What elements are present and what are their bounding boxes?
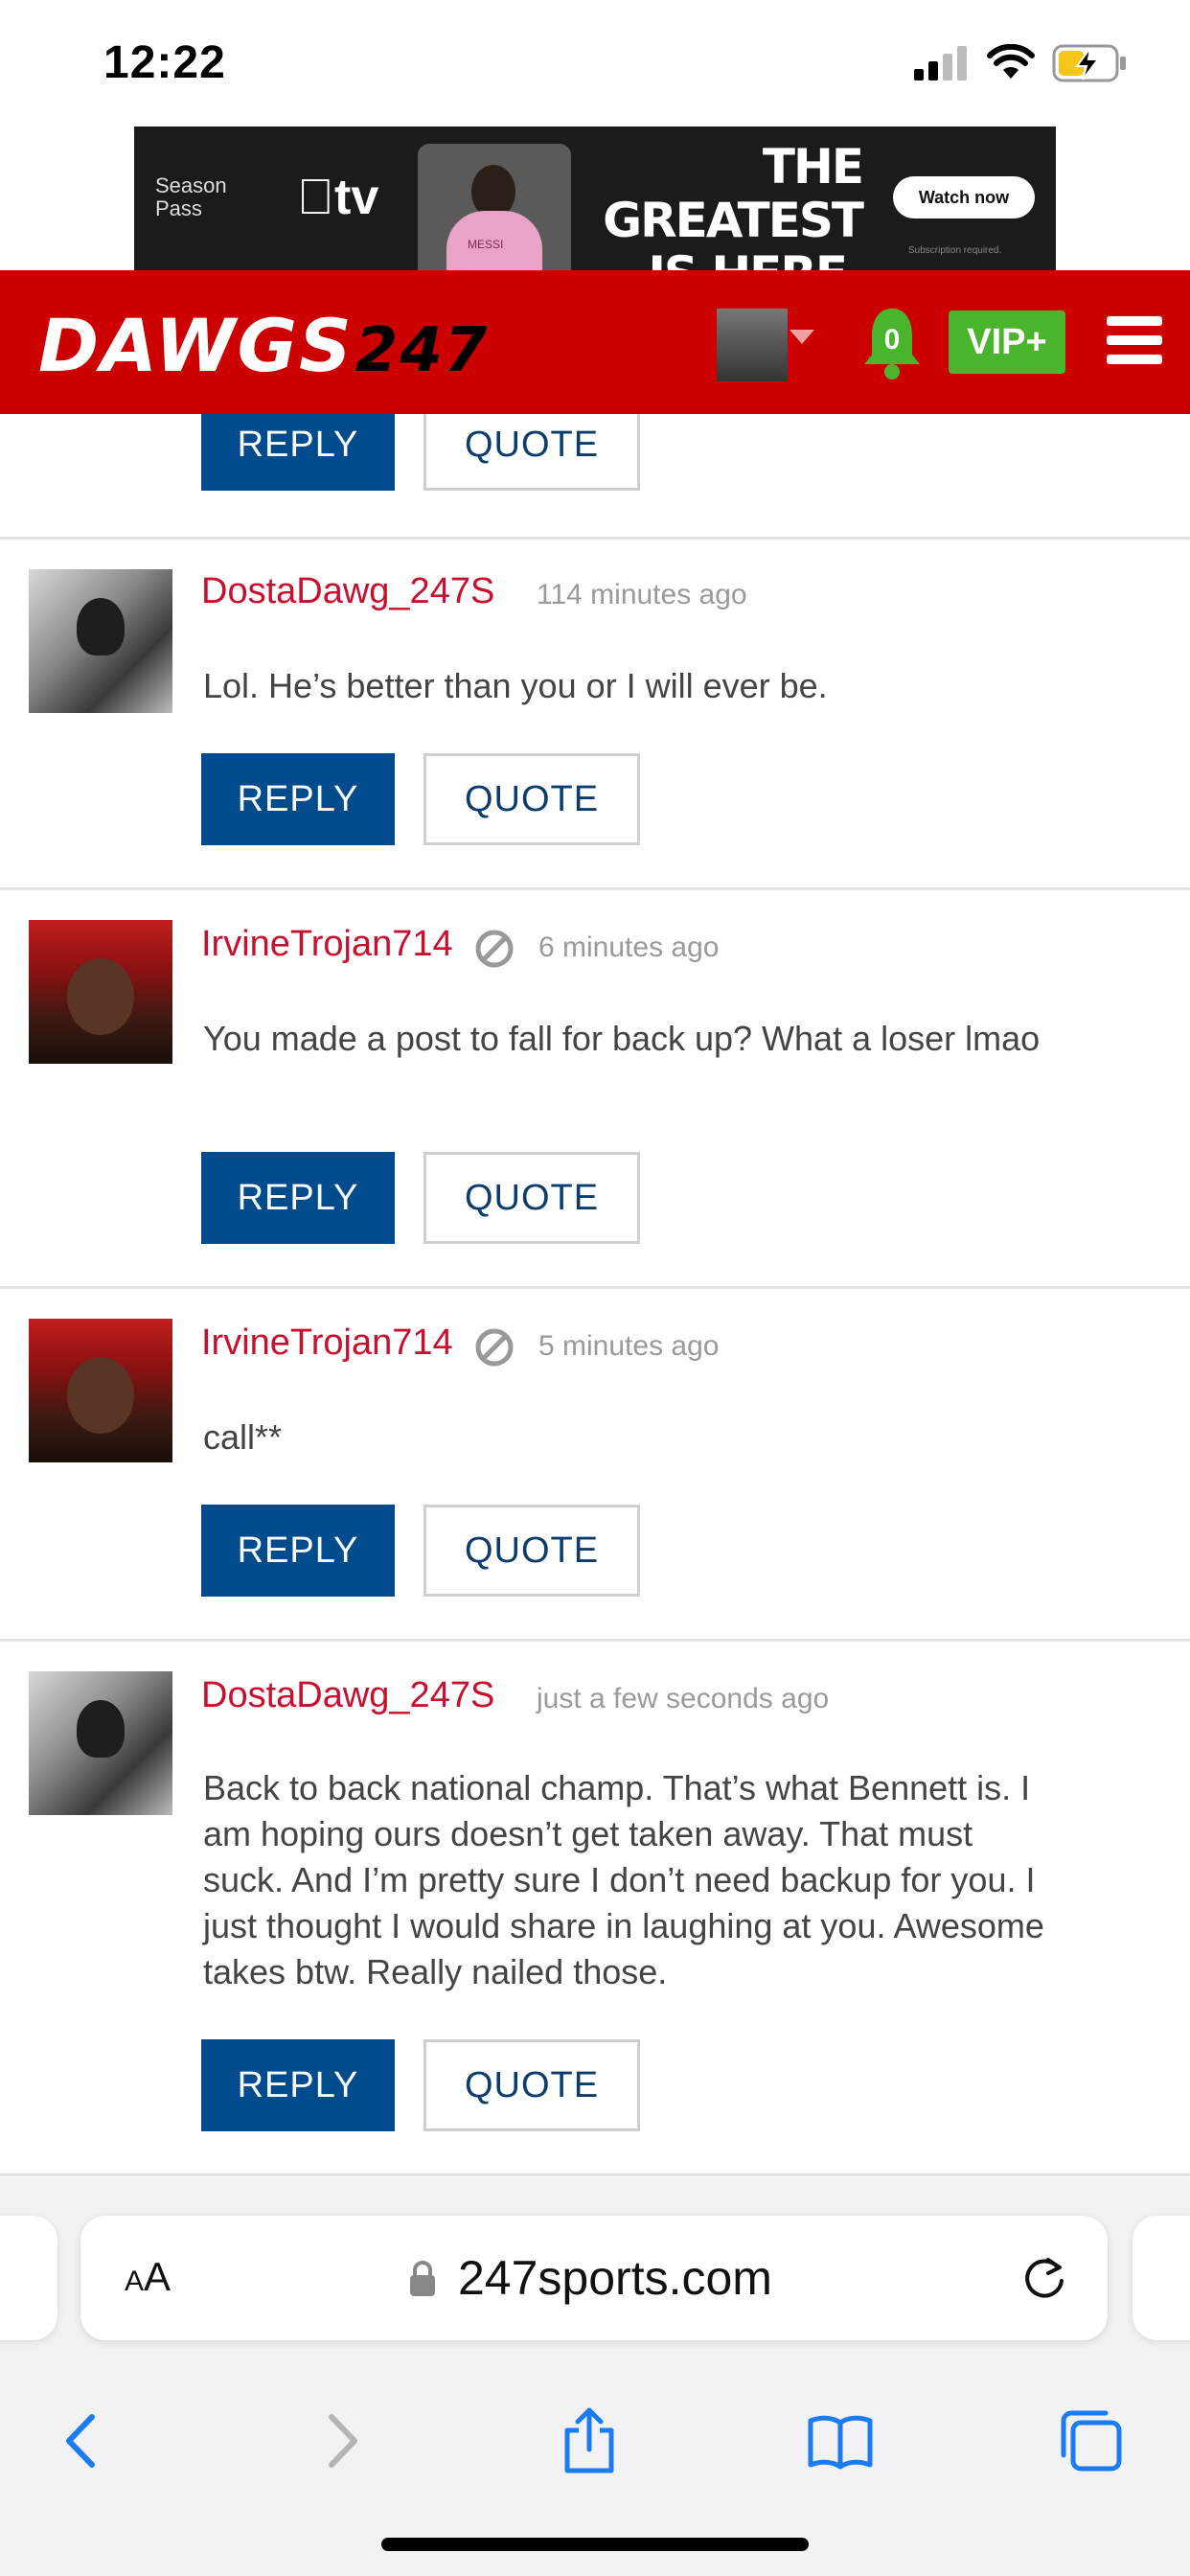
status-bar: 12:22 bbox=[0, 0, 1190, 126]
user-avatar[interactable] bbox=[717, 309, 788, 381]
back-icon[interactable] bbox=[50, 2407, 117, 2474]
lock-icon bbox=[410, 2261, 435, 2296]
comment-text: You made a post to fall for back up? Wha… bbox=[203, 1019, 1041, 1058]
reply-button[interactable]: REPLY bbox=[201, 1505, 395, 1597]
comment-divider bbox=[0, 1286, 1190, 1289]
comment-username[interactable]: IrvineTrojan714 bbox=[201, 1322, 453, 1364]
cellular-signal-icon bbox=[914, 46, 967, 80]
battery-charging-icon bbox=[1052, 44, 1126, 82]
tabs-icon[interactable] bbox=[1058, 2407, 1125, 2474]
reply-button[interactable]: REPLY bbox=[201, 414, 395, 491]
ad-player-photo: MESSI bbox=[418, 144, 571, 270]
comment-text: Back to back national champ. That’s what… bbox=[203, 1768, 1044, 1991]
quote-button[interactable]: QUOTE bbox=[423, 1152, 640, 1244]
comment-username[interactable]: DostaDawg_247S bbox=[201, 1675, 494, 1716]
comment-divider bbox=[0, 2174, 1190, 2176]
comment-text: call** bbox=[203, 1417, 283, 1457]
browser-bottom-bar: AA 247sports.com bbox=[0, 2177, 1190, 2576]
quote-button[interactable]: QUOTE bbox=[423, 1505, 640, 1597]
site-logo[interactable]: DAWGS247 bbox=[38, 303, 489, 388]
status-time: 12:22 bbox=[103, 37, 226, 88]
address-bar[interactable]: AA 247sports.com bbox=[80, 2216, 1108, 2340]
comment-avatar[interactable] bbox=[29, 569, 172, 713]
ad-fine-print: Subscription required. bbox=[908, 245, 1002, 256]
reader-text-size-button[interactable]: AA bbox=[125, 2254, 171, 2300]
bookmarks-icon[interactable] bbox=[807, 2407, 874, 2474]
comment-text: Lol. He’s better than you or I will ever… bbox=[203, 666, 828, 705]
comment-username[interactable]: DostaDawg_247S bbox=[201, 571, 494, 612]
previous-tab-peek[interactable] bbox=[0, 2216, 57, 2340]
comment-divider bbox=[0, 1639, 1190, 1642]
reply-button[interactable]: REPLY bbox=[201, 2039, 395, 2131]
vip-plus-button[interactable]: VIP+ bbox=[949, 310, 1065, 374]
wifi-icon bbox=[987, 44, 1035, 79]
home-indicator bbox=[381, 2538, 809, 2551]
ad-season-pass-label: Season Pass bbox=[155, 173, 227, 220]
next-tab-peek[interactable] bbox=[1133, 2216, 1190, 2340]
blocked-icon bbox=[475, 1328, 514, 1367]
comment-timestamp: just a few seconds ago bbox=[537, 1683, 830, 1714]
chevron-down-icon[interactable] bbox=[790, 330, 814, 344]
ad-apple-tv-logo: tv bbox=[297, 170, 378, 225]
share-icon[interactable] bbox=[556, 2407, 623, 2474]
ad-headline: THE GREATEST IS HERE. bbox=[603, 139, 864, 270]
comment-avatar[interactable] bbox=[29, 1671, 172, 1815]
ad-watch-now-button[interactable]: Watch now bbox=[893, 176, 1035, 218]
reply-button[interactable]: REPLY bbox=[201, 1152, 395, 1244]
forward-icon[interactable] bbox=[307, 2407, 374, 2474]
reply-button[interactable]: REPLY bbox=[201, 753, 395, 845]
site-header: DAWGS247 0 VIP+ bbox=[0, 270, 1190, 414]
notification-count: 0 bbox=[884, 324, 901, 356]
comment-username[interactable]: IrvineTrojan714 bbox=[201, 924, 453, 965]
comment-timestamp: 6 minutes ago bbox=[538, 932, 720, 963]
notification-bell-icon[interactable]: 0 bbox=[858, 305, 926, 381]
comment-thread: REPLY QUOTE DostaDawg_247S 114 minutes a… bbox=[0, 414, 1190, 2177]
comment-avatar[interactable] bbox=[29, 920, 172, 1064]
hamburger-menu-icon[interactable] bbox=[1107, 316, 1162, 364]
reload-icon[interactable] bbox=[1019, 2254, 1069, 2304]
blocked-icon bbox=[475, 930, 514, 968]
quote-button[interactable]: QUOTE bbox=[423, 753, 640, 845]
comment-divider bbox=[0, 537, 1190, 540]
quote-button[interactable]: QUOTE bbox=[423, 2039, 640, 2131]
quote-button[interactable]: QUOTE bbox=[423, 414, 640, 491]
url-text[interactable]: 247sports.com bbox=[458, 2250, 772, 2306]
comment-divider bbox=[0, 887, 1190, 890]
comment-timestamp: 114 minutes ago bbox=[537, 579, 747, 610]
ad-banner[interactable]: Season Pass tv MESSI THE GREATEST IS HE… bbox=[134, 126, 1056, 270]
comment-avatar[interactable] bbox=[29, 1319, 172, 1462]
comment-timestamp: 5 minutes ago bbox=[538, 1330, 720, 1362]
